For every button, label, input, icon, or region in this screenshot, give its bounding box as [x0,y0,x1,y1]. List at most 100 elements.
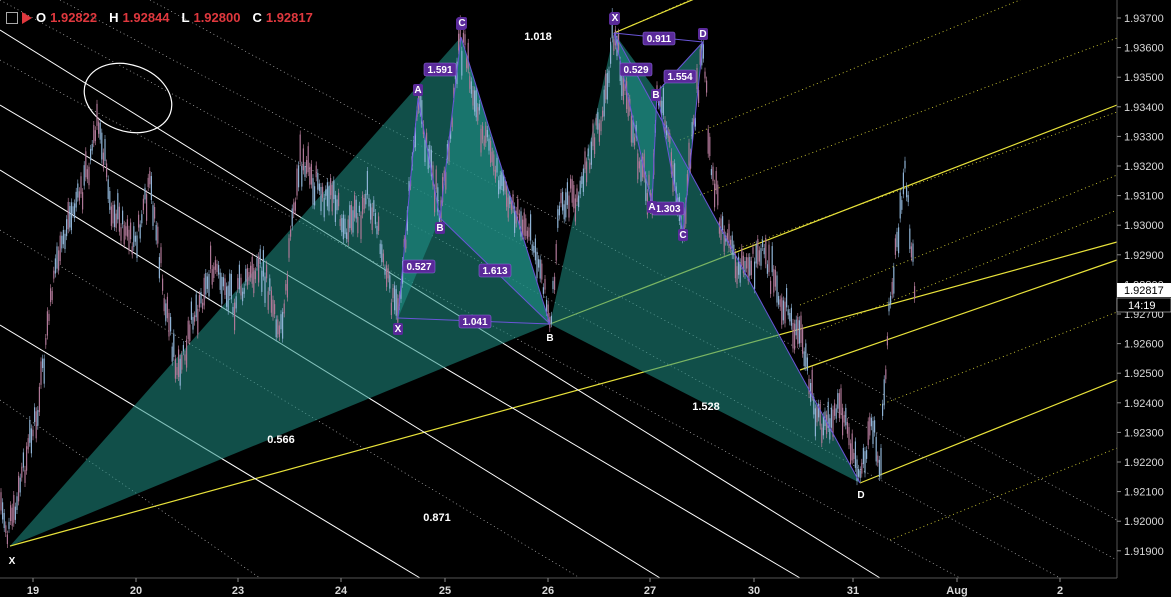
candle-body [890,295,892,305]
candle-body [722,216,724,231]
candle-body [227,285,229,311]
candle-body [789,312,791,322]
candle-body [885,369,887,380]
candle-body [528,227,530,237]
ratio-label: 1.613 [482,266,507,277]
candle-body [574,198,576,222]
candle-body [770,280,772,294]
flag-icon[interactable] [22,11,32,24]
candle-body [781,297,783,325]
candle-body [211,268,213,285]
candle-body [387,268,389,279]
candle-body [773,269,775,293]
candle-body [526,230,528,239]
candle-body [206,276,208,289]
candle-body [848,427,850,446]
candle-body [2,502,4,520]
candle-body [376,225,378,235]
candle-body [246,268,248,286]
y-tick-label: 1.91900 [1124,546,1164,558]
candle-body [462,32,464,43]
candle-body [272,299,274,317]
candle-body [613,39,615,51]
candle-body [706,80,708,93]
candle-body [360,215,362,239]
candle-body [349,205,351,229]
candle-body [181,354,183,370]
candle-body [486,129,488,138]
candle-body [861,462,863,474]
candle-body [531,244,533,251]
candle-body [322,186,324,198]
candle-body [523,212,525,236]
candle-body [320,186,322,212]
candle-body [859,470,861,479]
low-value: 1.92800 [193,10,241,25]
candle-body [234,302,236,331]
candle-body [610,41,612,64]
candle-body [379,243,381,255]
candle-body [210,245,212,269]
candle-body [22,452,24,468]
candle-body [115,213,117,229]
x-tick-label: 20 [130,585,142,597]
right-point-label-x: X [612,13,619,24]
candle-body [186,339,188,368]
fib-line [799,259,1118,371]
candle-body [395,289,397,316]
candle-body [162,278,164,291]
candle-body [78,191,80,201]
candle-body [213,266,215,279]
candle-body [862,447,864,465]
candle-body [392,287,394,299]
candle-body [189,324,191,341]
candle-body [142,198,144,211]
candle-body [806,357,808,371]
x-tick-label: 23 [232,585,244,597]
candle-body [40,361,42,385]
highlight-ellipse [83,62,173,134]
time-axis: 19 20 23 24 25 26 27 30 31 Aug 2 [27,578,1063,597]
candle-body [630,115,632,143]
candle-body [154,207,156,219]
candle-body [826,414,828,435]
candle-body [477,107,479,121]
candle-body [102,152,104,168]
candle-body [286,274,288,298]
candle-body [554,276,556,290]
candle-body [597,112,599,130]
candle-body [734,254,736,279]
candle-body [251,256,253,284]
x-tick-label: 31 [847,585,859,597]
candle-body [259,248,261,264]
price-chart[interactable]: 1.018 0.566 0.871 1.528 1.591 0.527 1.613 1.041… [0,0,1171,597]
candle-body [608,70,610,83]
left-point-label-c: C [458,18,465,29]
candle-body [491,151,493,162]
candle-body [232,306,234,314]
candle-body [874,420,876,433]
candle-body [472,90,474,106]
x-tick-label: 30 [748,585,760,597]
candle-body [362,195,364,215]
symbol-menu-icon[interactable] [6,11,18,24]
right-point-label-d: D [699,29,706,40]
ratio-label: 0.871 [423,512,451,524]
candle-body [245,268,247,282]
candle-body [136,235,138,259]
candle-body [350,204,352,231]
y-tick-label: 1.92000 [1124,516,1164,528]
candle-body [58,250,60,271]
candle-body [10,505,12,521]
candle-body [845,407,847,426]
candle-body [576,188,578,203]
candle-body [568,195,570,218]
candle-body [389,275,391,289]
candle-body [888,301,890,312]
candle-body [533,245,535,253]
candle-body [467,42,469,70]
y-tick-label: 1.93400 [1124,102,1164,114]
candle-body [293,202,295,215]
y-tick-label: 1.92400 [1124,398,1164,410]
candle-body [118,206,120,232]
